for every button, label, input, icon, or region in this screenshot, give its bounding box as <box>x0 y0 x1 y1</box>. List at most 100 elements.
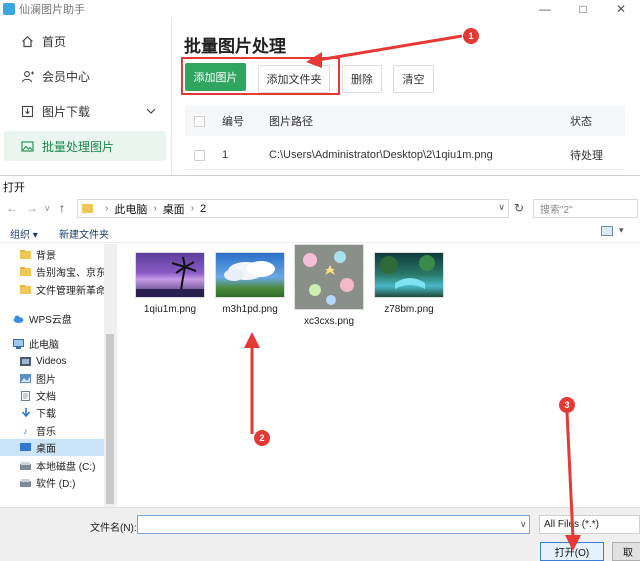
nav-item-label: 图片 <box>36 375 56 386</box>
image-icon <box>20 139 34 153</box>
nav-item-label: 桌面 <box>36 444 56 455</box>
file-name: 1qiu1m.png <box>143 304 197 315</box>
folder-icon <box>82 204 93 213</box>
nav-item[interactable]: 本地磁盘 (C:) <box>0 457 116 474</box>
nav-item[interactable]: WPS云盘 <box>0 310 116 327</box>
drive-icon <box>20 461 31 471</box>
cloud-icon <box>13 314 24 324</box>
breadcrumb-item[interactable]: 此电脑 <box>114 201 147 217</box>
filename-input[interactable] <box>137 515 530 534</box>
nav-item-label: Videos <box>36 356 67 367</box>
download-icon <box>20 104 34 118</box>
dialog-title: 打开 <box>3 182 25 194</box>
nav-scrollbar[interactable] <box>104 244 116 507</box>
nav-item-label: WPS云盘 <box>29 315 72 326</box>
breadcrumb-item[interactable]: 桌面 <box>163 201 185 217</box>
home-icon <box>20 34 34 48</box>
dialog-toolbar: 组织 ▾ 新建文件夹 ▾ <box>0 223 640 243</box>
up-arrow-icon[interactable]: ↑ <box>59 201 65 215</box>
annotation-highlight-box <box>181 57 340 95</box>
search-input[interactable]: 搜索"2" <box>533 199 638 218</box>
file-thumbnail <box>294 244 364 310</box>
file-item[interactable]: xc3cxs.png <box>289 244 369 327</box>
annotation-marker-1: 1 <box>463 28 479 44</box>
sidebar-item-batch[interactable]: 批量处理图片 <box>4 131 166 161</box>
file-item[interactable]: m3h1pd.png <box>210 252 290 315</box>
nav-item[interactable]: 告别淘宝、京东商 <box>0 263 116 280</box>
open-button[interactable]: 打开(O) <box>540 542 604 561</box>
view-mode-icon[interactable] <box>601 226 613 236</box>
nav-item[interactable]: 图片 <box>0 370 116 387</box>
nav-item[interactable]: 文件管理新革命， <box>0 281 116 298</box>
chevron-down-icon[interactable]: ∨ <box>498 202 505 213</box>
drive-icon <box>20 478 31 488</box>
organize-menu[interactable]: 组织 ▾ <box>10 226 38 241</box>
nav-item[interactable]: 此电脑 <box>0 335 116 352</box>
file-thumbnail <box>215 252 285 298</box>
nav-item[interactable]: Videos <box>0 353 116 370</box>
folder-icon <box>20 285 31 295</box>
breadcrumb-separator: › <box>105 203 109 214</box>
breadcrumb-separator: › <box>190 203 195 214</box>
file-type-select[interactable]: All Files (*.*) <box>539 515 640 534</box>
nav-item[interactable]: 下载 <box>0 404 116 421</box>
address-bar[interactable]: › 此电脑 › 桌面 › 2 ∨ <box>77 199 509 218</box>
forward-arrow-icon[interactable]: → <box>26 201 38 215</box>
sidebar-item-label: 批量处理图片 <box>42 139 115 154</box>
annotation-marker-3: 3 <box>559 397 575 413</box>
filename-label: 文件名(N): <box>90 523 137 534</box>
nav-item-label: 软件 (D:) <box>36 479 76 490</box>
delete-button[interactable]: 删除 <box>342 65 382 93</box>
file-name: z78bm.png <box>384 304 434 315</box>
nav-item-label: 文档 <box>36 392 56 403</box>
nav-item[interactable]: 软件 (D:) <box>0 474 116 491</box>
chevron-down-icon[interactable]: ∨ <box>520 519 527 530</box>
sidebar-item-member[interactable]: 会员中心 <box>4 61 166 91</box>
main-content: 批量图片处理 添加图片 添加文件夹 删除 清空 编号 图片路径 状态 1 C:\… <box>172 18 640 175</box>
file-name: m3h1pd.png <box>222 304 278 315</box>
chevron-down-icon[interactable]: ▾ <box>619 225 624 236</box>
breadcrumb-item[interactable]: 2 <box>200 203 206 215</box>
sidebar-item-download[interactable]: 图片下载 <box>4 96 166 126</box>
back-arrow-icon[interactable]: ← <box>6 201 18 215</box>
file-item[interactable]: z78bm.png <box>369 252 449 315</box>
file-list: 1qiu1m.png m3h1pd.png xc3cxs.png z78bm.p… <box>118 244 640 507</box>
table-header: 编号 图片路径 状态 <box>185 106 625 136</box>
file-thumbnail <box>135 252 205 298</box>
nav-item-label: 本地磁盘 (C:) <box>36 462 96 473</box>
user-plus-icon <box>20 69 34 83</box>
sidebar-item-home[interactable]: 首页 <box>4 26 166 56</box>
nav-item[interactable]: 背景 <box>0 246 116 263</box>
nav-item-label: 此电脑 <box>29 340 59 351</box>
document-icon <box>20 390 31 401</box>
recent-dropdown-icon[interactable]: ∨ <box>44 203 51 214</box>
app-logo-icon <box>3 3 15 15</box>
refresh-icon[interactable]: ↻ <box>511 201 527 217</box>
table-row[interactable]: 1 C:\Users\Administrator\Desktop\2\1qiu1… <box>185 140 625 170</box>
page-title: 批量图片处理 <box>184 37 286 56</box>
nav-item[interactable]: ♪ 音乐 <box>0 422 116 439</box>
column-header: 编号 <box>222 116 244 128</box>
new-folder-button[interactable]: 新建文件夹 <box>59 226 109 241</box>
cancel-button[interactable]: 取 <box>612 542 640 561</box>
file-name: xc3cxs.png <box>303 316 355 327</box>
sidebar: 首页 会员中心 图片下载 批量处理图片 <box>0 18 172 175</box>
file-item[interactable]: 1qiu1m.png <box>130 252 210 315</box>
breadcrumb-separator: › <box>153 203 157 214</box>
dialog-footer: 文件名(N): ∨ All Files (*.*) 打开(O) 取 <box>0 507 640 561</box>
address-row: ← → ∨ ↑ › 此电脑 › 桌面 › 2 ∨ ↻ 搜索"2" <box>0 198 640 220</box>
close-button[interactable]: ✕ <box>602 0 640 18</box>
window-controls: — □ ✕ <box>526 0 640 18</box>
nav-scrollbar-thumb[interactable] <box>106 334 114 504</box>
nav-item-selected[interactable]: 桌面 <box>0 439 116 456</box>
nav-item[interactable]: 文档 <box>0 387 116 404</box>
maximize-button[interactable]: □ <box>564 0 602 18</box>
minimize-button[interactable]: — <box>526 0 564 18</box>
row-checkbox[interactable] <box>194 149 205 161</box>
open-file-dialog: 打开 ← → ∨ ↑ › 此电脑 › 桌面 › 2 ∨ ↻ 搜索"2" 组织 ▾… <box>0 175 640 561</box>
select-all-checkbox[interactable] <box>194 115 205 127</box>
pictures-icon <box>20 374 31 384</box>
clear-button[interactable]: 清空 <box>393 65 434 93</box>
chevron-down-icon <box>146 104 156 118</box>
folder-icon <box>20 267 31 277</box>
